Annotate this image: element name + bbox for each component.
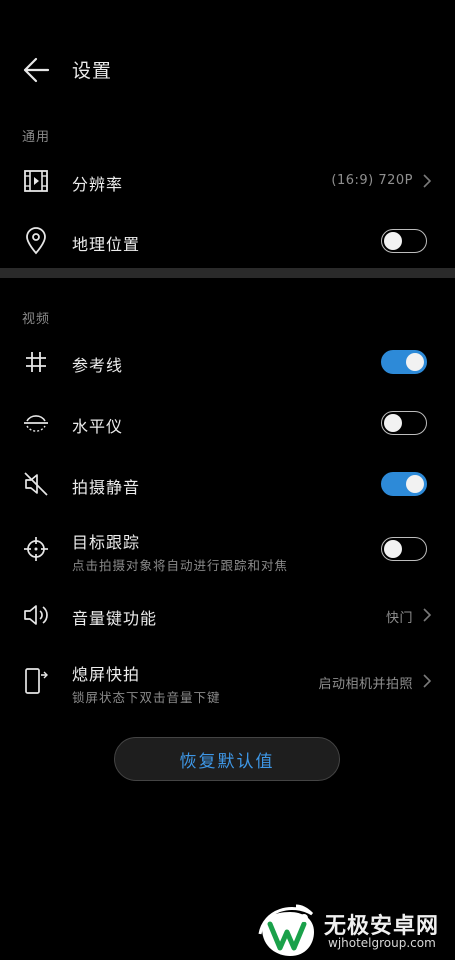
speaker-icon bbox=[22, 601, 50, 629]
phone-snap-icon bbox=[22, 667, 50, 695]
toggle-knob bbox=[384, 231, 402, 250]
settings-item-level[interactable]: 水平仪 bbox=[0, 394, 455, 452]
settings-item-subtitle: 锁屏状态下双击音量下键 bbox=[72, 690, 221, 705]
mute-toggle[interactable] bbox=[381, 472, 427, 496]
reset-defaults-button[interactable]: 恢复默认值 bbox=[114, 737, 340, 781]
settings-item-location[interactable]: 地理位置 bbox=[0, 212, 455, 270]
location-pin-icon bbox=[22, 227, 50, 255]
film-icon bbox=[22, 167, 50, 195]
volume-key-value: 快门 bbox=[385, 611, 413, 626]
back-button[interactable] bbox=[14, 48, 58, 92]
tracking-toggle[interactable] bbox=[381, 537, 427, 561]
grid-icon bbox=[22, 348, 50, 376]
settings-item-gridlines[interactable]: 参考线 bbox=[0, 333, 455, 391]
watermark-url: wjhotelgroup.com bbox=[328, 936, 436, 950]
level-toggle[interactable] bbox=[381, 411, 427, 435]
settings-item-label: 拍摄静音 bbox=[72, 478, 141, 497]
settings-item-label: 目标跟踪 bbox=[72, 533, 141, 552]
toggle-knob bbox=[406, 474, 424, 493]
chevron-right-icon bbox=[423, 174, 432, 188]
settings-item-volume-key[interactable]: 音量键功能 快门 bbox=[0, 586, 455, 644]
toggle-knob bbox=[406, 352, 424, 371]
section-label-video: 视频 bbox=[22, 312, 51, 327]
settings-item-mute[interactable]: 拍摄静音 bbox=[0, 455, 455, 513]
toggle-knob bbox=[384, 539, 402, 558]
settings-item-label: 水平仪 bbox=[72, 417, 124, 436]
settings-item-quick-snap[interactable]: 熄屏快拍 锁屏状态下双击音量下键 启动相机并拍照 bbox=[0, 648, 455, 714]
settings-item-label: 音量键功能 bbox=[72, 609, 158, 628]
speaker-mute-icon bbox=[22, 470, 50, 498]
watermark: 无极安卓网 wjhotelgroup.com bbox=[256, 904, 455, 960]
header: 设置 bbox=[0, 40, 455, 100]
crosshair-icon bbox=[22, 535, 50, 563]
toggle-knob bbox=[384, 413, 402, 432]
settings-item-tracking[interactable]: 目标跟踪 点击拍摄对象将自动进行跟踪和对焦 bbox=[0, 516, 455, 582]
settings-item-subtitle: 点击拍摄对象将自动进行跟踪和对焦 bbox=[72, 558, 289, 573]
resolution-value: (16:9) 720P bbox=[331, 173, 413, 188]
gridlines-toggle[interactable] bbox=[381, 350, 427, 374]
level-icon bbox=[22, 409, 50, 437]
settings-item-label: 分辨率 bbox=[72, 175, 124, 194]
settings-item-label: 地理位置 bbox=[72, 235, 141, 254]
watermark-logo-icon bbox=[258, 904, 314, 956]
settings-item-resolution[interactable]: 分辨率 (16:9) 720P bbox=[0, 152, 455, 210]
settings-item-label: 熄屏快拍 bbox=[72, 665, 141, 684]
settings-item-label: 参考线 bbox=[72, 356, 124, 375]
arrow-left-icon bbox=[23, 57, 50, 83]
chevron-right-icon bbox=[423, 608, 432, 622]
settings-screen: 设置 通用 分辨率 (16:9) 720P 地理位置 视频 参考线 水平仪 拍摄… bbox=[0, 0, 455, 960]
section-divider bbox=[0, 268, 455, 278]
page-title: 设置 bbox=[72, 60, 113, 82]
quick-snap-value: 启动相机并拍照 bbox=[318, 677, 413, 692]
section-label-general: 通用 bbox=[22, 130, 51, 145]
location-toggle[interactable] bbox=[381, 229, 427, 253]
chevron-right-icon bbox=[423, 674, 432, 688]
